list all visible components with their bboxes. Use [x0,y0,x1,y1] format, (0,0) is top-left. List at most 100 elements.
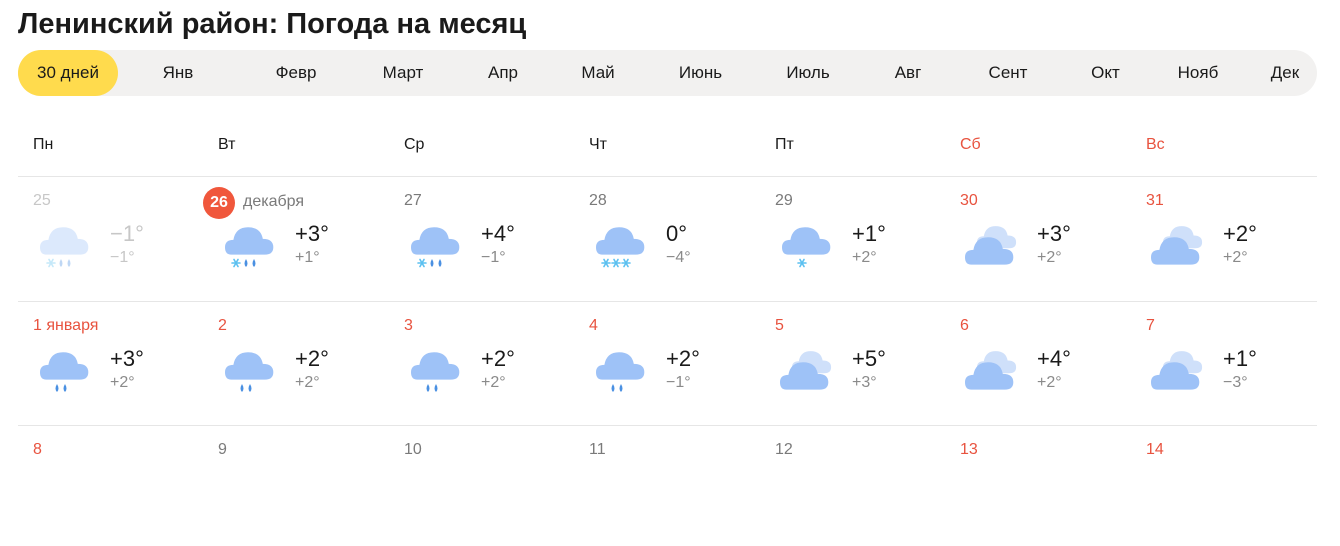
day-number: 12 [775,441,793,458]
day-cell[interactable]: 11 [574,426,759,546]
temp-night: +2° [295,374,320,391]
cloud-light-snow-icon [778,221,834,271]
tab-30-days[interactable]: 30 дней [18,50,118,96]
tab-month-10[interactable]: Окт [1063,50,1148,96]
weekday-label: Чт [589,136,607,153]
day-cell[interactable]: 28 0° −4° [574,177,759,297]
day-cell[interactable]: 29 +1° +2° [760,177,945,297]
day-number: 13 [960,441,978,458]
tab-month-4[interactable]: Апр [458,50,548,96]
tab-month-8[interactable]: Авг [863,50,953,96]
day-number: 25 [33,192,51,209]
temp-night: −1° [481,249,506,266]
weekday-label: Пн [33,136,54,153]
temp-day: +2° [666,346,700,371]
temp-day: +5° [852,346,886,371]
weekday-label: Вт [218,136,236,153]
tab-month-11[interactable]: Нояб [1148,50,1248,96]
day-cell[interactable]: 26 декабря +3° +1° [203,177,388,297]
temp-night: +1° [295,249,320,266]
day-number: 3 [404,317,413,334]
day-number: 14 [1146,441,1164,458]
temp-day: +2° [1223,221,1257,246]
day-number: 7 [1146,317,1155,334]
day-number: 10 [404,441,422,458]
today-badge: 26 [203,187,235,219]
temp-day: −1° [110,221,144,246]
tab-month-1[interactable]: Янв [136,50,220,96]
temp-night: −1° [110,249,135,266]
day-number: 5 [775,317,784,334]
day-cell[interactable]: 8 [18,426,203,546]
tab-month-3[interactable]: Март [348,50,458,96]
temp-day: +2° [481,346,515,371]
day-number: 1 января [33,317,99,334]
cloud-rain-icon [221,346,277,396]
day-cell[interactable]: 2 +2° +2° [203,302,388,422]
temp-night: +2° [110,374,135,391]
temp-day: +4° [481,221,515,246]
day-number: 29 [775,192,793,209]
overcast-icon [1149,221,1205,271]
day-number: 2 [218,317,227,334]
cloud-snow-rain-icon [407,221,463,271]
weekday-label: Сб [960,136,981,153]
day-number: 4 [589,317,598,334]
overcast-icon [1149,346,1205,396]
cloud-rain-icon [407,346,463,396]
temp-day: +2° [295,346,329,371]
temp-night: −3° [1223,374,1248,391]
day-cell[interactable]: 5 +5° +3° [760,302,945,422]
day-cell[interactable]: 4 +2° −1° [574,302,759,422]
day-number: 8 [33,441,42,458]
day-number: 11 [589,441,606,458]
day-cell[interactable]: 9 [203,426,388,546]
weekday-label: Вс [1146,136,1165,153]
tab-month-12[interactable]: Дек [1253,50,1317,96]
day-number: 27 [404,192,422,209]
day-cell[interactable]: 6 +4° +2° [945,302,1130,422]
cloud-snow-icon [592,221,648,271]
day-number: 30 [960,192,978,209]
tab-month-6[interactable]: Июнь [648,50,753,96]
day-cell[interactable]: 27 +4° −1° [389,177,574,297]
temp-night: +2° [481,374,506,391]
day-cell[interactable]: 12 [760,426,945,546]
day-cell[interactable]: 1 января +3° +2° [18,302,203,422]
temp-day: +3° [295,221,329,246]
temp-night: −4° [666,249,691,266]
month-tabs: 30 дней Янв Февр Март Апр Май Июнь Июль Авг Сент О… [18,50,1317,96]
overcast-icon [778,346,834,396]
temp-night: +2° [852,249,877,266]
overcast-icon [963,221,1019,271]
weekday-label: Пт [775,136,794,153]
day-cell[interactable]: 3 +2° +2° [389,302,574,422]
day-cell[interactable]: 10 [389,426,574,546]
page-title: Ленинский район: Погода на месяц [18,8,527,40]
day-number: 28 [589,192,607,209]
cloud-snow-rain-icon [36,221,92,271]
temp-day: +1° [852,221,886,246]
day-number: 31 [1146,192,1164,209]
day-cell[interactable]: 25 −1° −1° [18,177,203,297]
tab-month-2[interactable]: Февр [238,50,354,96]
month-label: декабря [243,193,305,210]
day-cell[interactable]: 13 [945,426,1130,546]
day-cell[interactable]: 30 +3° +2° [945,177,1130,297]
day-number: 9 [218,441,227,458]
temp-night: +3° [852,374,877,391]
temp-night: −1° [666,374,691,391]
tab-month-5[interactable]: Май [548,50,648,96]
temp-day: 0° [666,221,688,246]
cloud-rain-icon [592,346,648,396]
day-cell[interactable]: 7 +1° −3° [1131,302,1316,422]
temp-night: +2° [1223,249,1248,266]
day-cell[interactable]: 14 [1131,426,1316,546]
tab-month-7[interactable]: Июль [753,50,863,96]
day-cell[interactable]: 31 +2° +2° [1131,177,1316,297]
day-number: 6 [960,317,969,334]
temp-night: +2° [1037,249,1062,266]
tab-month-9[interactable]: Сент [953,50,1063,96]
cloud-snow-rain-icon [221,221,277,271]
temp-day: +3° [110,346,144,371]
